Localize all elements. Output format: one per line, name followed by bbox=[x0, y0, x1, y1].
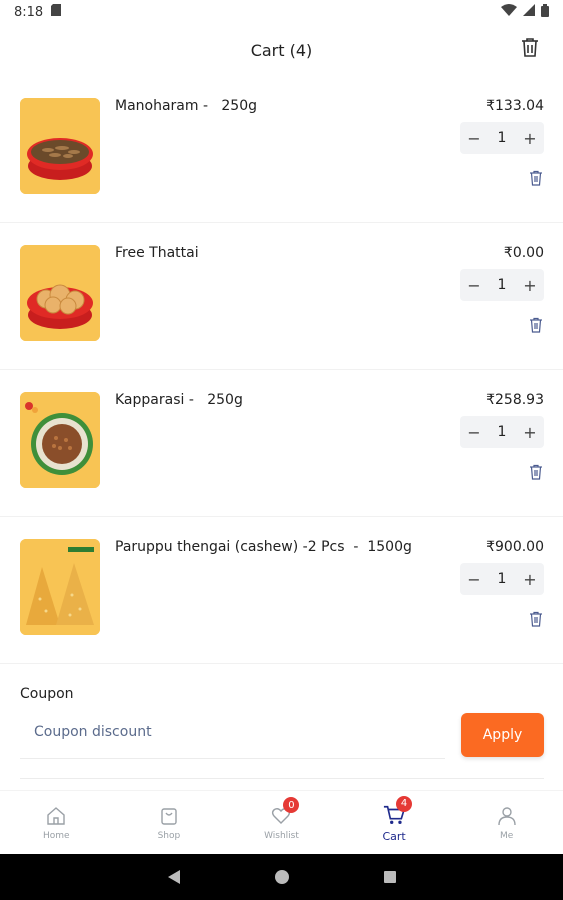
decrease-quantity-button[interactable]: − bbox=[460, 563, 488, 595]
remove-item-button[interactable] bbox=[529, 317, 543, 333]
cart-item: Paruppu thengai (cashew) -2 Pcs - 1500g … bbox=[0, 517, 563, 664]
nav-label: Wishlist bbox=[264, 831, 299, 841]
bottom-navigation: Home Shop 0 Wishlist 4 Cart Me bbox=[0, 790, 563, 855]
cart-icon: 4 bbox=[383, 795, 413, 826]
product-image[interactable] bbox=[20, 539, 100, 635]
nav-label: Home bbox=[43, 831, 70, 841]
trash-icon bbox=[529, 611, 543, 631]
coupon-label: Coupon bbox=[20, 686, 74, 702]
bag-icon bbox=[158, 805, 180, 827]
apply-coupon-button[interactable]: Apply bbox=[461, 713, 544, 757]
battery-icon bbox=[541, 3, 549, 21]
signal-icon bbox=[523, 4, 535, 20]
remove-item-button[interactable] bbox=[529, 611, 543, 627]
trash-icon bbox=[529, 317, 543, 337]
quantity-stepper: − 1 + bbox=[460, 269, 544, 301]
product-name[interactable]: Free Thattai bbox=[115, 245, 199, 261]
increase-quantity-button[interactable]: + bbox=[516, 122, 544, 154]
product-image[interactable] bbox=[20, 392, 100, 488]
trash-icon bbox=[529, 170, 543, 190]
recent-apps-icon[interactable] bbox=[383, 871, 396, 883]
home-icon bbox=[45, 805, 67, 827]
system-navigation-bar bbox=[0, 854, 563, 900]
wishlist-badge: 0 bbox=[283, 797, 300, 813]
decrease-quantity-button[interactable]: − bbox=[460, 416, 488, 448]
sd-card-icon bbox=[51, 4, 62, 20]
page-title: Cart (4) bbox=[250, 40, 313, 60]
nav-item-me[interactable]: Me bbox=[450, 791, 563, 855]
nav-item-home[interactable]: Home bbox=[0, 791, 113, 855]
coupon-input-underline bbox=[20, 758, 445, 759]
quantity-value: 1 bbox=[497, 130, 507, 146]
product-price: ₹0.00 bbox=[503, 245, 544, 261]
app-header: Cart (4) bbox=[0, 24, 563, 76]
product-price: ₹258.93 bbox=[486, 392, 544, 408]
product-name[interactable]: Manoharam - 250g bbox=[115, 98, 257, 114]
status-time: 8:18 bbox=[14, 4, 44, 20]
cart-items-list: Manoharam - 250g ₹133.04 − 1 + Free That… bbox=[0, 76, 563, 664]
clear-cart-button[interactable] bbox=[519, 38, 541, 60]
nav-item-wishlist[interactable]: 0 Wishlist bbox=[225, 791, 338, 855]
cart-badge: 4 bbox=[396, 795, 413, 812]
quantity-stepper: − 1 + bbox=[460, 416, 544, 448]
trash-icon bbox=[529, 464, 543, 484]
trash-icon bbox=[521, 37, 539, 61]
remove-item-button[interactable] bbox=[529, 464, 543, 480]
quantity-value: 1 bbox=[497, 424, 507, 440]
quantity-value: 1 bbox=[497, 277, 507, 293]
remove-item-button[interactable] bbox=[529, 170, 543, 186]
cart-item: Free Thattai ₹0.00 − 1 + bbox=[0, 223, 563, 370]
wifi-icon bbox=[501, 4, 517, 20]
product-price: ₹900.00 bbox=[486, 539, 544, 555]
person-icon bbox=[496, 805, 518, 827]
nav-label: Me bbox=[500, 831, 514, 841]
product-price: ₹133.04 bbox=[486, 98, 544, 114]
nav-label: Cart bbox=[382, 829, 406, 843]
coupon-input[interactable] bbox=[34, 724, 434, 740]
product-name[interactable]: Kapparasi - 250g bbox=[115, 392, 243, 408]
increase-quantity-button[interactable]: + bbox=[516, 416, 544, 448]
product-image[interactable] bbox=[20, 245, 100, 341]
nav-item-shop[interactable]: Shop bbox=[113, 791, 226, 855]
divider bbox=[20, 778, 544, 779]
quantity-stepper: − 1 + bbox=[460, 563, 544, 595]
status-bar: 8:18 bbox=[0, 0, 563, 24]
home-button-icon[interactable] bbox=[274, 870, 289, 884]
cart-item: Manoharam - 250g ₹133.04 − 1 + bbox=[0, 76, 563, 223]
quantity-stepper: − 1 + bbox=[460, 122, 544, 154]
quantity-value: 1 bbox=[497, 571, 507, 587]
increase-quantity-button[interactable]: + bbox=[516, 563, 544, 595]
product-name[interactable]: Paruppu thengai (cashew) -2 Pcs - 1500g bbox=[115, 539, 412, 555]
product-image[interactable] bbox=[20, 98, 100, 194]
decrease-quantity-button[interactable]: − bbox=[460, 269, 488, 301]
heart-icon: 0 bbox=[270, 797, 300, 827]
nav-label: Shop bbox=[157, 831, 181, 841]
increase-quantity-button[interactable]: + bbox=[516, 269, 544, 301]
nav-item-cart[interactable]: 4 Cart bbox=[338, 791, 451, 855]
decrease-quantity-button[interactable]: − bbox=[460, 122, 488, 154]
cart-item: Kapparasi - 250g ₹258.93 − 1 + bbox=[0, 370, 563, 517]
back-icon[interactable] bbox=[167, 870, 180, 884]
